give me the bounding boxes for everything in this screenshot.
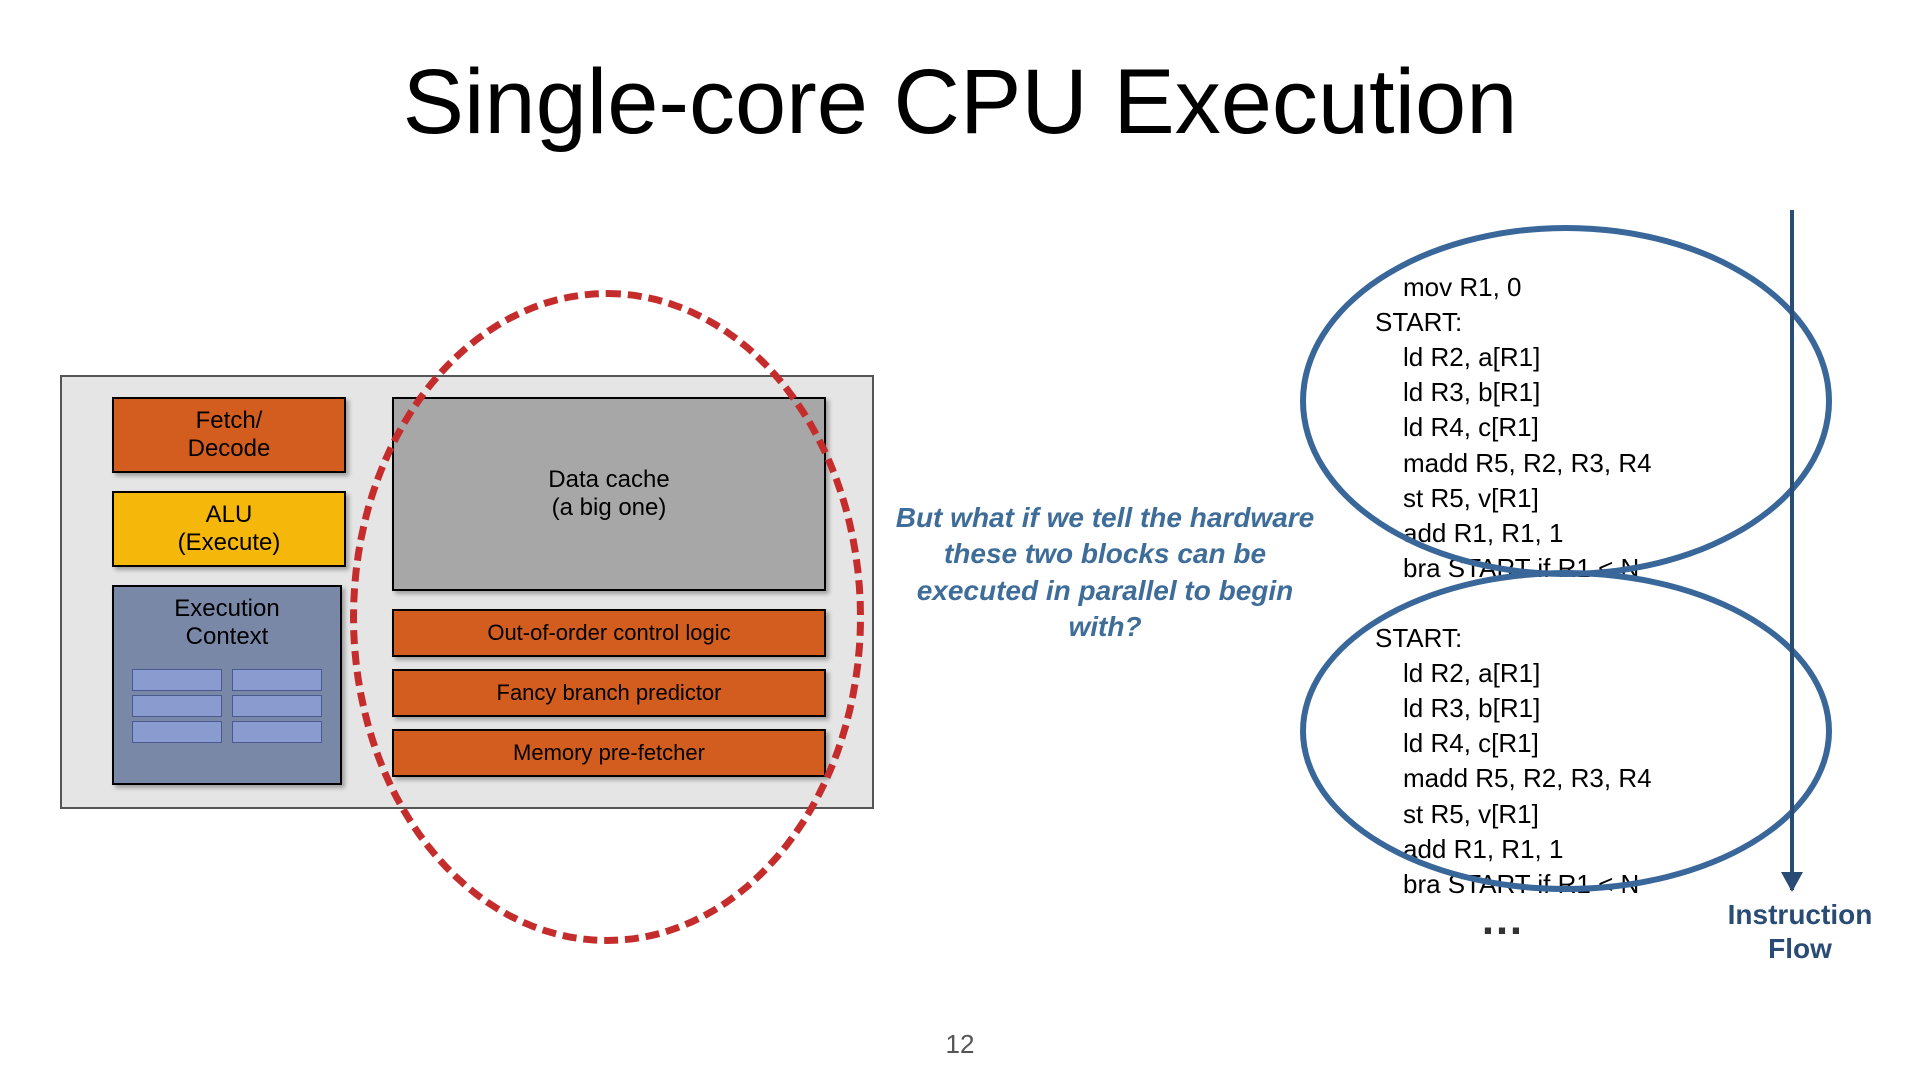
data-cache-box: Data cache (a big one) (392, 397, 826, 591)
cpu-block-diagram: Fetch/ Decode ALU (Execute) Execution Co… (60, 375, 874, 809)
asm-line: ld R3, b[R1] (1375, 375, 1775, 410)
slide: Single-core CPU Execution Fetch/ Decode … (0, 0, 1920, 1080)
alu-label: ALU (Execute) (178, 501, 281, 557)
asm-line: ld R4, c[R1] (1375, 410, 1775, 445)
asm-line: bra START if R1 < N (1375, 551, 1775, 586)
asm-line: add R1, R1, 1 (1375, 516, 1775, 551)
asm-line: st R5, v[R1] (1375, 797, 1775, 832)
execution-context-box: Execution Context (112, 585, 342, 785)
alu-box: ALU (Execute) (112, 491, 346, 567)
asm-line: ld R2, a[R1] (1375, 656, 1775, 691)
ooo-label: Out-of-order control logic (487, 620, 730, 646)
register-grid (132, 669, 322, 743)
branch-predictor-box: Fancy branch predictor (392, 669, 826, 717)
ellipsis: … (1480, 895, 1530, 945)
fetch-decode-box: Fetch/ Decode (112, 397, 346, 473)
exec-context-label: Execution Context (174, 595, 279, 651)
hint-text: But what if we tell the hardware these t… (880, 500, 1330, 646)
asm-line: st R5, v[R1] (1375, 481, 1775, 516)
cache-label-1: Data cache (548, 466, 669, 494)
prefetch-label: Memory pre-fetcher (513, 740, 705, 766)
ooo-box: Out-of-order control logic (392, 609, 826, 657)
fetch-decode-label: Fetch/ Decode (188, 407, 271, 463)
cache-label-2: (a big one) (552, 494, 667, 522)
arrow-label-line2: Flow (1768, 933, 1832, 964)
asm-line: madd R5, R2, R3, R4 (1375, 446, 1775, 481)
asm-line: ld R2, a[R1] (1375, 340, 1775, 375)
prefetcher-box: Memory pre-fetcher (392, 729, 826, 777)
instruction-flow-label: Instruction Flow (1680, 898, 1920, 965)
asm-label: START: (1375, 305, 1775, 340)
arrow-label-line1: Instruction (1728, 899, 1873, 930)
asm-line: ld R4, c[R1] (1375, 726, 1775, 761)
page-title: Single-core CPU Execution (0, 50, 1920, 155)
asm-label: START: (1375, 621, 1775, 656)
asm-line: add R1, R1, 1 (1375, 832, 1775, 867)
page-number: 12 (0, 1029, 1920, 1060)
asm-line: ld R3, b[R1] (1375, 691, 1775, 726)
instruction-flow-arrow (1790, 210, 1794, 890)
asm-line: madd R5, R2, R3, R4 (1375, 761, 1775, 796)
asm-line: bra START if R1 < N (1375, 867, 1775, 902)
asm-line: mov R1, 0 (1375, 270, 1775, 305)
assembly-code-block: mov R1, 0START:ld R2, a[R1]ld R3, b[R1]l… (1375, 235, 1775, 902)
bpred-label: Fancy branch predictor (497, 680, 722, 706)
